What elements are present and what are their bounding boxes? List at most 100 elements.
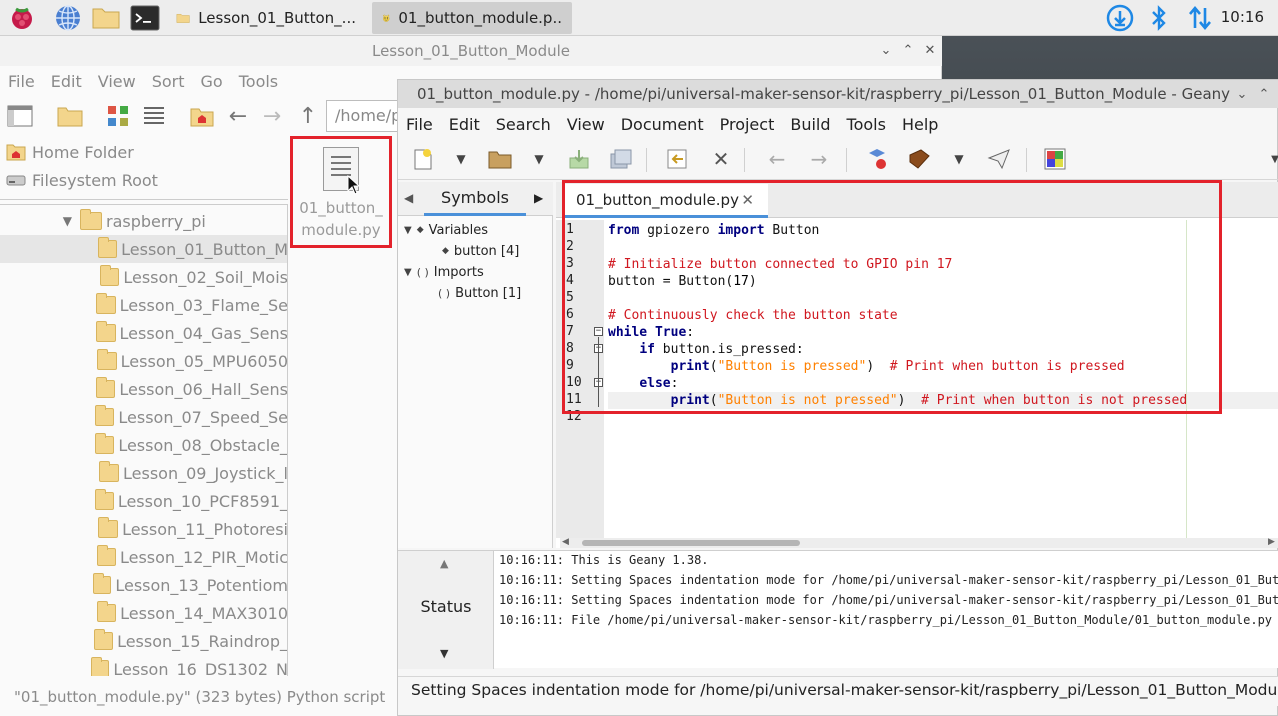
menu-view[interactable]: View xyxy=(559,115,613,134)
run-icon[interactable] xyxy=(984,144,1014,174)
icon-view-icon[interactable] xyxy=(102,100,134,132)
geany-titlebar[interactable]: 01_button_module.py - /home/pi/universal… xyxy=(398,80,1278,108)
file-icon-view: 01_button_ module.py xyxy=(288,136,396,676)
symbol-item-button[interactable]: ◆ button [4] xyxy=(442,241,519,261)
tab-scroll-up-icon[interactable]: ▲ xyxy=(440,557,448,570)
menu-project[interactable]: Project xyxy=(712,115,783,134)
tree-item[interactable]: Lesson_15_Raindrop_ xyxy=(0,627,287,655)
tree-item[interactable]: Lesson_02_Soil_Mois xyxy=(0,263,287,291)
web-browser-icon[interactable] xyxy=(52,3,84,33)
close-icon[interactable]: ✕ xyxy=(741,191,754,209)
save-icon[interactable] xyxy=(564,144,594,174)
file-manager-titlebar[interactable]: Lesson_01_Button_Module ⌄ ⌃ ✕ xyxy=(0,36,942,66)
menu-tools[interactable]: Tools xyxy=(231,72,286,91)
file-item-01-button-module[interactable]: 01_button_ module.py xyxy=(290,136,392,248)
tab-status[interactable]: Status xyxy=(398,597,494,616)
fold-toggle-icon[interactable]: − xyxy=(594,327,603,336)
tree-item[interactable]: Lesson_03_Flame_Se xyxy=(0,291,287,319)
open-file-icon[interactable] xyxy=(486,144,516,174)
expander-down-icon[interactable]: ▼ xyxy=(404,267,412,278)
scroll-left-icon[interactable]: ◀ xyxy=(562,537,569,547)
tree-item[interactable]: Lesson_09_Joystick_l xyxy=(0,459,287,487)
menu-edit[interactable]: Edit xyxy=(441,115,488,134)
back-arrow-icon[interactable]: ← xyxy=(222,100,254,132)
close-file-icon[interactable]: ✕ xyxy=(706,144,736,174)
line-number: 11 xyxy=(566,392,582,407)
new-window-icon[interactable] xyxy=(4,100,36,132)
editor-area: 01_button_module.py ✕ 1 2 3 4 5 6 7 8 9 … xyxy=(556,182,1278,548)
dropdown-arrow-icon[interactable]: ▼ xyxy=(446,144,476,174)
place-filesystem-root[interactable]: Filesystem Root xyxy=(0,166,288,194)
tree-item[interactable]: Lesson_13_Potentiom xyxy=(0,571,287,599)
menu-view[interactable]: View xyxy=(90,72,144,91)
path-input[interactable]: /home/p xyxy=(326,100,406,132)
tab-scroll-left-icon[interactable]: ◀ xyxy=(404,191,413,205)
tree-item[interactable]: Lesson_11_Photoresi xyxy=(0,515,287,543)
tree-item-raspberry-pi[interactable]: ▼ raspberry_pi xyxy=(0,207,287,235)
symbol-group-imports[interactable]: ▼ ( ) Imports xyxy=(404,262,484,282)
tree-item[interactable]: Lesson_05_MPU6050 xyxy=(0,347,287,375)
tree-item[interactable]: Lesson_14_MAX3010 xyxy=(0,599,287,627)
tree-item[interactable]: Lesson_06_Hall_Sens xyxy=(0,375,287,403)
tree-item[interactable]: Lesson_07_Speed_Se xyxy=(0,403,287,431)
dropdown-arrow-icon[interactable]: ▼ xyxy=(944,144,974,174)
bluetooth-icon[interactable] xyxy=(1146,4,1172,32)
terminal-icon[interactable] xyxy=(129,3,161,33)
scrollbar-thumb[interactable] xyxy=(582,540,800,546)
scroll-right-icon[interactable]: ▶ xyxy=(1268,537,1275,547)
tree-item[interactable]: Lesson_16_DS1302_N xyxy=(0,655,287,676)
build-icon[interactable] xyxy=(904,144,934,174)
file-manager-icon[interactable] xyxy=(90,3,122,33)
tree-item[interactable]: Lesson_08_Obstacle_ xyxy=(0,431,287,459)
symbol-item-button-import[interactable]: ( ) Button [1] xyxy=(438,283,521,303)
menu-tools[interactable]: Tools xyxy=(839,115,894,134)
home-icon[interactable] xyxy=(186,100,218,132)
compile-icon[interactable] xyxy=(862,144,892,174)
place-home-folder[interactable]: Home Folder xyxy=(0,138,288,166)
new-folder-icon[interactable] xyxy=(54,100,86,132)
color-chooser-icon[interactable] xyxy=(1040,144,1070,174)
expander-down-icon[interactable]: ▼ xyxy=(404,225,412,236)
menu-file[interactable]: File xyxy=(0,72,43,91)
code-editor[interactable]: from gpiozero import Button # Initialize… xyxy=(608,220,1278,538)
horizontal-scrollbar[interactable]: ◀ ▶ xyxy=(560,537,1278,548)
tree-item[interactable]: Lesson_10_PCF8591_ xyxy=(0,487,287,515)
tree-item[interactable]: Lesson_04_Gas_Sens xyxy=(0,319,287,347)
forward-arrow-icon[interactable]: → xyxy=(804,144,834,174)
tree-item[interactable]: Lesson_12_PIR_Motic xyxy=(0,543,287,571)
dropdown-arrow-icon[interactable]: ▼ xyxy=(524,144,554,174)
chevron-down-icon[interactable]: ⌄ xyxy=(876,40,896,60)
tab-scroll-down-icon[interactable]: ▼ xyxy=(440,647,448,660)
menu-file[interactable]: File xyxy=(398,115,441,134)
menu-build[interactable]: Build xyxy=(782,115,838,134)
taskbar-task-geany[interactable]: 01_button_module.p.. xyxy=(372,2,572,34)
editor-tab-01-button-module[interactable]: 01_button_module.py ✕ xyxy=(562,184,768,218)
symbol-group-variables[interactable]: ▼ ◆ Variables xyxy=(404,220,488,240)
revert-icon[interactable] xyxy=(662,144,692,174)
menu-help[interactable]: Help xyxy=(894,115,946,134)
menu-go[interactable]: Go xyxy=(193,72,231,91)
tree-item[interactable]: Lesson_01_Button_M xyxy=(0,235,287,263)
taskbar-task-file-manager[interactable]: Lesson_01_Button_... xyxy=(166,2,366,34)
chevron-up-icon[interactable]: ⌃ xyxy=(1254,84,1274,104)
list-view-icon[interactable] xyxy=(138,100,170,132)
tab-symbols[interactable]: Symbols xyxy=(424,182,526,216)
menu-document[interactable]: Document xyxy=(613,115,712,134)
forward-arrow-icon[interactable]: → xyxy=(256,100,288,132)
tab-scroll-right-icon[interactable]: ▶ xyxy=(534,191,543,205)
menu-edit[interactable]: Edit xyxy=(43,72,90,91)
save-all-icon[interactable] xyxy=(606,144,636,174)
back-arrow-icon[interactable]: ← xyxy=(762,144,792,174)
close-icon[interactable]: ✕ xyxy=(920,40,940,60)
chevron-down-icon[interactable]: ⌄ xyxy=(1232,84,1252,104)
download-icon[interactable] xyxy=(1104,4,1136,32)
network-transfer-icon[interactable] xyxy=(1184,4,1216,32)
chevron-up-icon[interactable]: ⌃ xyxy=(898,40,918,60)
up-arrow-icon[interactable]: ↑ xyxy=(292,100,324,132)
menu-sort[interactable]: Sort xyxy=(144,72,193,91)
toolbar-overflow-arrow-icon[interactable]: ▼ xyxy=(1260,144,1278,174)
raspberry-menu-icon[interactable] xyxy=(6,3,38,33)
new-file-icon[interactable] xyxy=(408,144,438,174)
expander-down-icon[interactable]: ▼ xyxy=(0,214,80,228)
menu-search[interactable]: Search xyxy=(488,115,559,134)
